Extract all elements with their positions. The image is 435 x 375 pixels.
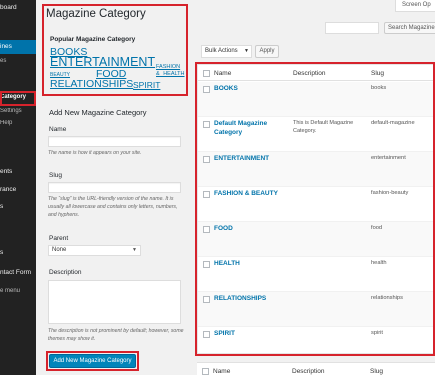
sidebar-item-magazines[interactable]: ines xyxy=(0,40,36,54)
row-slug: entertainment xyxy=(371,155,406,161)
popular-tags-heading: Popular Magazine Category xyxy=(50,36,136,43)
bulk-actions-select[interactable]: Bulk Actions ▼ xyxy=(201,45,252,58)
chevron-down-icon: ▼ xyxy=(132,247,137,253)
parent-select[interactable]: None ▼ xyxy=(48,245,141,256)
row-slug: relationships xyxy=(371,295,403,301)
sidebar-item-settings[interactable]: Settings xyxy=(0,108,36,114)
search-input[interactable] xyxy=(325,22,379,34)
description-help-text: The description is not prominent by defa… xyxy=(48,328,184,342)
row-checkbox[interactable] xyxy=(203,121,210,128)
column-footer-slug[interactable]: Slug xyxy=(370,368,383,375)
screen-options-tab[interactable]: Screen Op xyxy=(395,0,435,12)
name-help-text: The name is how it appears on your site. xyxy=(48,150,142,156)
row-checkbox[interactable] xyxy=(203,191,210,198)
row-name-link[interactable]: BOOKS xyxy=(214,85,284,94)
parent-select-value: None xyxy=(52,247,67,253)
bulk-actions-value: Bulk Actions xyxy=(205,48,238,54)
slug-label: Slug xyxy=(49,172,63,179)
name-label: Name xyxy=(49,126,67,133)
column-header-slug[interactable]: Slug xyxy=(371,70,384,77)
tag-cloud-link-relationships[interactable]: RELATIONSHIPS xyxy=(50,79,133,90)
sidebar-item-collapse-menu[interactable]: e menu xyxy=(0,288,36,294)
table-row: FOOD food xyxy=(198,222,435,257)
row-checkbox[interactable] xyxy=(203,86,210,93)
tag-cloud-link-fashion-health[interactable]: FASHION & HEALTH xyxy=(156,64,185,78)
table-footer: Name Description Slug xyxy=(197,362,435,375)
row-checkbox[interactable] xyxy=(203,261,210,268)
row-name-link[interactable]: FOOD xyxy=(214,225,284,234)
sidebar-item-plugins[interactable]: s xyxy=(0,203,36,210)
table-row: FASHION & BEAUTY fashion-beauty xyxy=(198,187,435,222)
sidebar-item-help[interactable]: Help xyxy=(0,120,36,126)
row-slug: fashion-beauty xyxy=(371,190,409,196)
row-name-link[interactable]: RELATIONSHIPS xyxy=(214,295,284,304)
row-name-link[interactable]: Default Magazine Category xyxy=(214,120,284,137)
column-footer-name[interactable]: Name xyxy=(213,368,230,375)
sidebar-item-all-magazines[interactable]: es xyxy=(0,58,36,64)
row-checkbox[interactable] xyxy=(203,226,210,233)
tag-cloud-link-entertainment[interactable]: ENTERTAINMENT xyxy=(50,56,155,69)
table-row: SPIRIT spirit xyxy=(198,327,435,354)
add-new-category-button[interactable]: Add New Magazine Category xyxy=(49,354,136,368)
row-checkbox[interactable] xyxy=(203,296,210,303)
search-button[interactable]: Search Magazine Ca xyxy=(384,22,435,34)
select-all-checkbox-footer[interactable] xyxy=(202,368,209,375)
tag-cloud-link-spirit[interactable]: SPIRIT xyxy=(133,81,160,90)
row-name-link[interactable]: FASHION & BEAUTY xyxy=(214,190,284,199)
row-checkbox[interactable] xyxy=(203,331,210,338)
table-row: Default Magazine Category This is Defaul… xyxy=(198,117,435,152)
slug-input[interactable] xyxy=(48,182,181,193)
row-name-link[interactable]: ENTERTAINMENT xyxy=(214,155,284,164)
row-checkbox[interactable] xyxy=(203,156,210,163)
sidebar-item-settings-main[interactable]: s xyxy=(0,249,36,256)
sidebar-item-magazine-category[interactable]: Category xyxy=(0,94,36,100)
name-input[interactable] xyxy=(48,136,181,147)
row-slug: default-magazine xyxy=(371,120,415,126)
category-table: Name Description Slug BOOKS books Defaul… xyxy=(197,64,435,354)
table-row: RELATIONSHIPS relationships xyxy=(198,292,435,327)
page-title: Magazine Category xyxy=(46,8,146,20)
description-textarea[interactable] xyxy=(48,280,181,324)
column-header-name[interactable]: Name xyxy=(214,70,231,77)
admin-sidebar: board ines es Category Settings Help ent… xyxy=(0,0,36,375)
sidebar-item-comments[interactable]: ents xyxy=(0,168,36,175)
row-slug: health xyxy=(371,260,387,266)
slug-help-text: The “slug” is the URL-friendly version o… xyxy=(48,196,178,218)
sidebar-item-dashboard[interactable]: board xyxy=(0,4,36,11)
column-header-description[interactable]: Description xyxy=(293,70,326,77)
sidebar-item-contact-form[interactable]: ntact Form xyxy=(0,269,36,276)
parent-label: Parent xyxy=(49,235,69,242)
row-slug: books xyxy=(371,85,387,91)
chevron-down-icon: ▼ xyxy=(244,48,249,54)
table-row: ENTERTAINMENT entertainment xyxy=(198,152,435,187)
row-slug: spirit xyxy=(371,330,384,336)
select-all-checkbox[interactable] xyxy=(203,70,210,77)
row-name-link[interactable]: SPIRIT xyxy=(214,330,284,339)
column-footer-description[interactable]: Description xyxy=(292,368,325,375)
row-slug: food xyxy=(371,225,383,231)
description-label: Description xyxy=(49,269,82,276)
sidebar-item-appearance[interactable]: rance xyxy=(0,186,36,193)
row-name-link[interactable]: HEALTH xyxy=(214,260,284,269)
row-description: This is Default Magazine Category. xyxy=(293,120,354,134)
add-new-heading: Add New Magazine Category xyxy=(49,108,147,117)
apply-button[interactable]: Apply xyxy=(255,45,279,58)
table-row: HEALTH health xyxy=(198,257,435,292)
table-row: BOOKS books xyxy=(198,82,435,117)
table-header: Name Description Slug xyxy=(198,65,435,81)
